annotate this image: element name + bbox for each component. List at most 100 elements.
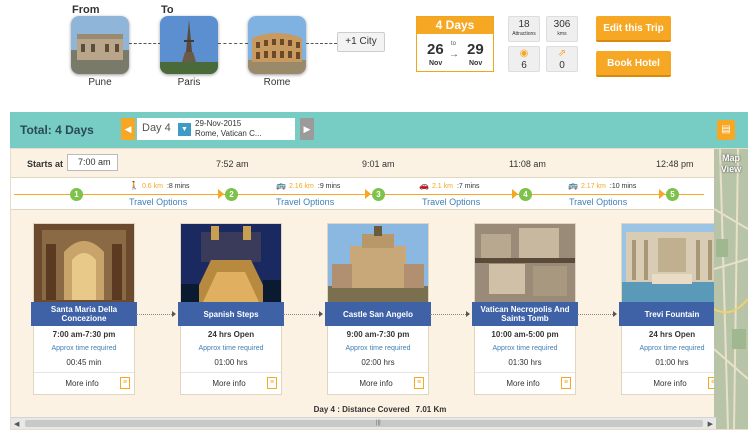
attraction-title[interactable]: Spanish Steps bbox=[178, 302, 284, 326]
city-photo-pune bbox=[71, 16, 129, 74]
arrow-right-icon bbox=[613, 311, 617, 317]
transit-distance: 2.1 km bbox=[431, 183, 453, 190]
transit-info: 🚶 0.6 km:8 mins bbox=[129, 181, 190, 190]
arrow-right-icon bbox=[319, 311, 323, 317]
note-icon[interactable]: ≡ bbox=[120, 377, 130, 389]
opening-hours: 10:00 am-5:00 pm bbox=[491, 330, 559, 339]
document-icon[interactable]: ▤ bbox=[717, 120, 735, 140]
transit-distance: 0.6 km bbox=[141, 183, 163, 190]
time-mark: 9:01 am bbox=[362, 159, 395, 169]
city-name-paris: Paris bbox=[177, 77, 201, 88]
route-connector bbox=[129, 43, 161, 44]
attraction-title[interactable]: Trevi Fountain bbox=[619, 302, 725, 326]
more-info-row: More info ≡ bbox=[181, 372, 281, 394]
note-icon[interactable]: ≡ bbox=[414, 377, 424, 389]
more-info-link[interactable]: More info bbox=[34, 379, 130, 388]
more-info-link[interactable]: More info bbox=[622, 379, 718, 388]
stop-marker: 1 bbox=[70, 188, 83, 201]
city-pune[interactable]: Pune bbox=[71, 16, 129, 88]
approx-time-label: Approx time required bbox=[51, 345, 117, 352]
duration: 01:00 hrs bbox=[655, 358, 689, 367]
km-stat: 306 kms bbox=[546, 16, 578, 42]
note-icon[interactable]: ≡ bbox=[267, 377, 277, 389]
more-info-link[interactable]: More info bbox=[328, 379, 424, 388]
more-info-row: More info ≡ bbox=[622, 372, 722, 394]
map-view-panel[interactable]: Map View bbox=[714, 149, 748, 429]
attraction-title[interactable]: Castle San Angelo bbox=[325, 302, 431, 326]
time-mark: 11:08 am bbox=[509, 159, 546, 169]
transit-time: :10 mins bbox=[609, 183, 637, 190]
route-row: 1 2 3 4 5 🚶 0.6 km:8 mins Travel Options … bbox=[11, 178, 715, 210]
itinerary-panel: Starts at 7:00 am 7:52 am 9:01 am 11:08 … bbox=[10, 148, 748, 430]
end-day: 29 bbox=[467, 41, 484, 58]
more-info-link[interactable]: More info bbox=[181, 379, 277, 388]
prev-day-button[interactable]: ◀ bbox=[121, 118, 135, 140]
city-photo-paris bbox=[160, 16, 218, 74]
chevron-down-icon[interactable]: ▼ bbox=[178, 123, 191, 136]
attraction-card[interactable]: Castle San Angelo 9:00 am-7:30 pm Approx… bbox=[325, 223, 431, 395]
views-stat[interactable]: ◉ 6 bbox=[508, 46, 540, 72]
opening-hours: 24 hrs Open bbox=[648, 330, 696, 339]
arrow-right-icon bbox=[218, 189, 224, 199]
city-name-pune: Pune bbox=[88, 77, 112, 88]
city-paris[interactable]: Paris bbox=[160, 16, 218, 88]
stop-marker: 3 bbox=[372, 188, 385, 201]
travel-options-link[interactable]: Travel Options bbox=[422, 197, 480, 207]
shares-count: 0 bbox=[559, 60, 565, 71]
km-label: kms bbox=[557, 31, 567, 37]
attraction-title[interactable]: Vatican Necropolis And Saints Tomb bbox=[472, 302, 578, 326]
add-city-button[interactable]: +1 City bbox=[337, 32, 385, 52]
attraction-photo bbox=[622, 224, 722, 302]
transit-info: 🚌 2.17 km:10 mins bbox=[568, 181, 636, 190]
scroll-left-icon[interactable]: ◀ bbox=[14, 420, 19, 428]
travel-options-link[interactable]: Travel Options bbox=[129, 197, 187, 207]
opening-hours: 24 hrs Open bbox=[207, 330, 255, 339]
attractions-label: Attractions bbox=[512, 31, 536, 37]
travel-options-link[interactable]: Travel Options bbox=[276, 197, 334, 207]
bus-icon: 🚌 bbox=[568, 181, 578, 190]
share-icon: ⇗ bbox=[557, 48, 567, 59]
attraction-title[interactable]: Santa Maria Della Concezione bbox=[31, 302, 137, 326]
trip-days-box: 4 Days 26 to → 29 Nov Nov bbox=[416, 16, 494, 72]
distance-summary: Day 4 : Distance Covered 7.01 Km bbox=[11, 405, 749, 414]
city-rome[interactable]: Rome bbox=[248, 16, 306, 88]
shares-stat[interactable]: ⇗ 0 bbox=[546, 46, 578, 72]
more-info-link[interactable]: More info bbox=[475, 379, 571, 388]
grip-icon: ||| bbox=[376, 420, 381, 426]
views-count: 6 bbox=[521, 60, 527, 71]
next-day-button[interactable]: ▶ bbox=[300, 118, 314, 140]
horizontal-scrollbar[interactable]: ◀ ||| ▶ bbox=[11, 417, 716, 429]
from-label: From bbox=[72, 4, 100, 16]
bus-icon: 🚌 bbox=[276, 181, 286, 190]
attraction-photo bbox=[475, 224, 575, 302]
transit-time: :8 mins bbox=[166, 183, 190, 190]
time-mark: 7:52 am bbox=[216, 159, 249, 169]
attraction-card[interactable]: Vatican Necropolis And Saints Tomb 10:00… bbox=[472, 223, 578, 395]
note-icon[interactable]: ≡ bbox=[561, 377, 571, 389]
arrow-right-icon bbox=[172, 311, 176, 317]
start-day: 26 bbox=[427, 41, 444, 58]
end-month: Nov bbox=[469, 60, 483, 67]
scroll-right-icon[interactable]: ▶ bbox=[708, 420, 713, 428]
card-connector bbox=[577, 314, 613, 315]
book-hotel-button[interactable]: Book Hotel bbox=[596, 51, 671, 77]
map-view-label[interactable]: Map View bbox=[717, 153, 745, 175]
attraction-card[interactable]: Trevi Fountain 24 hrs Open Approx time r… bbox=[619, 223, 725, 395]
attractions-stat: 18 Attractions bbox=[508, 16, 540, 42]
total-days-label: Total: 4 Days bbox=[20, 123, 94, 137]
day-city: Rome, Vatican C... bbox=[195, 129, 262, 138]
duration: 01:30 hrs bbox=[508, 358, 542, 367]
edit-trip-button[interactable]: Edit this Trip bbox=[596, 16, 671, 42]
attraction-card[interactable]: Spanish Steps 24 hrs Open Approx time re… bbox=[178, 223, 284, 395]
transit-info: 🚗 2.1 km:7 mins bbox=[419, 181, 480, 190]
to-label: To bbox=[161, 4, 174, 16]
attraction-card[interactable]: Santa Maria Della Concezione 7:00 am-7:3… bbox=[31, 223, 137, 395]
car-icon: 🚗 bbox=[419, 181, 429, 190]
transit-distance: 2.17 km bbox=[580, 183, 606, 190]
start-time-input[interactable]: 7:00 am bbox=[67, 154, 118, 171]
scrollbar-thumb[interactable]: ||| bbox=[25, 420, 703, 427]
opening-hours: 7:00 am-7:30 pm bbox=[52, 330, 116, 339]
city-photo-rome bbox=[248, 16, 306, 74]
day-selector[interactable]: Day 4 ▼ 29-Nov-2015 Rome, Vatican C... bbox=[137, 118, 295, 140]
travel-options-link[interactable]: Travel Options bbox=[569, 197, 627, 207]
